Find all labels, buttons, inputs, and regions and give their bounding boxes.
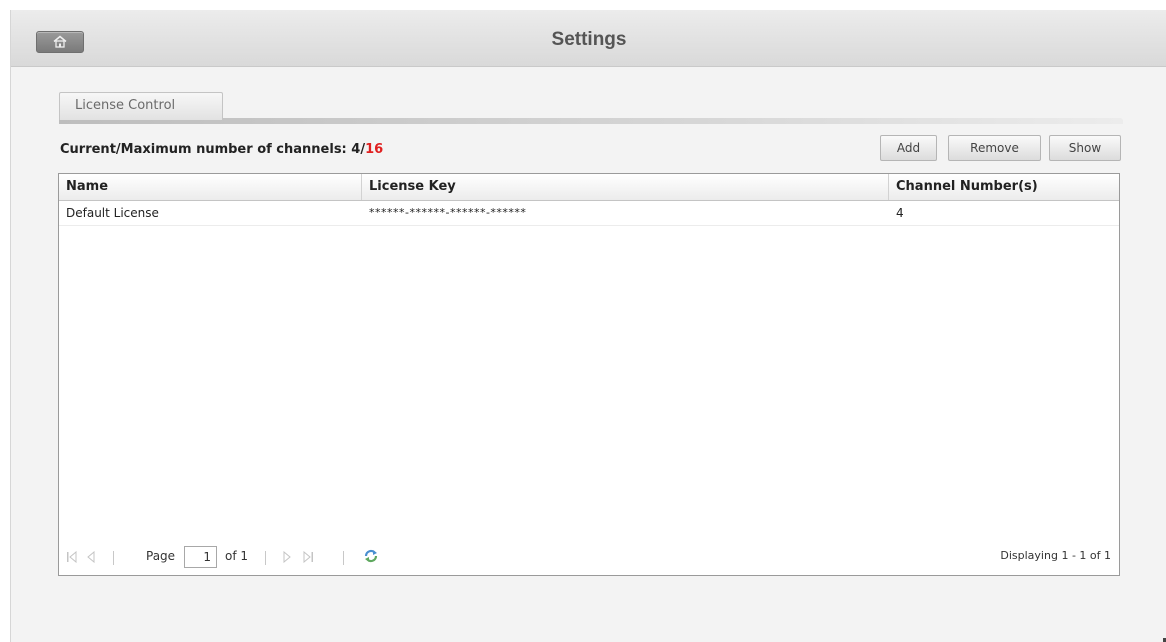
tab-license-control[interactable]: License Control (59, 92, 223, 120)
title-bar: Settings (11, 10, 1166, 67)
pager-separator (113, 551, 114, 565)
last-page-icon[interactable] (303, 550, 313, 566)
add-button[interactable]: Add (880, 135, 937, 161)
channel-count-label: Current/Maximum number of channels: 4/16 (60, 142, 383, 157)
refresh-icon[interactable] (363, 548, 379, 567)
column-header-channel-numbers[interactable]: Channel Number(s) (889, 174, 1119, 200)
column-header-name[interactable]: Name (59, 174, 362, 200)
cell-channel-numbers: 4 (896, 206, 904, 220)
cell-name: Default License (66, 206, 159, 220)
page-total-label: of 1 (225, 549, 249, 563)
cell-license-key: ******-******-******-****** (369, 206, 527, 219)
displaying-status: Displaying 1 - 1 of 1 (1000, 549, 1111, 562)
show-button[interactable]: Show (1049, 135, 1121, 161)
table-row[interactable]: Default License ******-******-******-***… (59, 201, 1119, 226)
remove-button[interactable]: Remove (948, 135, 1041, 161)
column-header-license-key[interactable]: License Key (362, 174, 889, 200)
table-header: Name License Key Channel Number(s) (59, 174, 1119, 201)
next-page-icon[interactable] (283, 550, 291, 566)
channel-count-text: Current/Maximum number of channels: (60, 142, 352, 157)
first-page-icon[interactable] (67, 550, 77, 566)
pagination-toolbar: Page of 1 Displaying 1 - 1 of 1 (59, 541, 1119, 575)
license-table: Name License Key Channel Number(s) Defau… (58, 173, 1120, 576)
channel-current: 4 (351, 142, 361, 157)
pager-separator (343, 551, 344, 565)
prev-page-icon[interactable] (87, 550, 95, 566)
channel-maximum: 16 (365, 142, 384, 157)
pager-separator (265, 551, 266, 565)
page-number-input[interactable] (184, 546, 217, 568)
page-title: Settings (551, 29, 627, 50)
page-label: Page (146, 549, 176, 563)
settings-window: Settings License Control Current/Maximum… (10, 10, 1166, 642)
